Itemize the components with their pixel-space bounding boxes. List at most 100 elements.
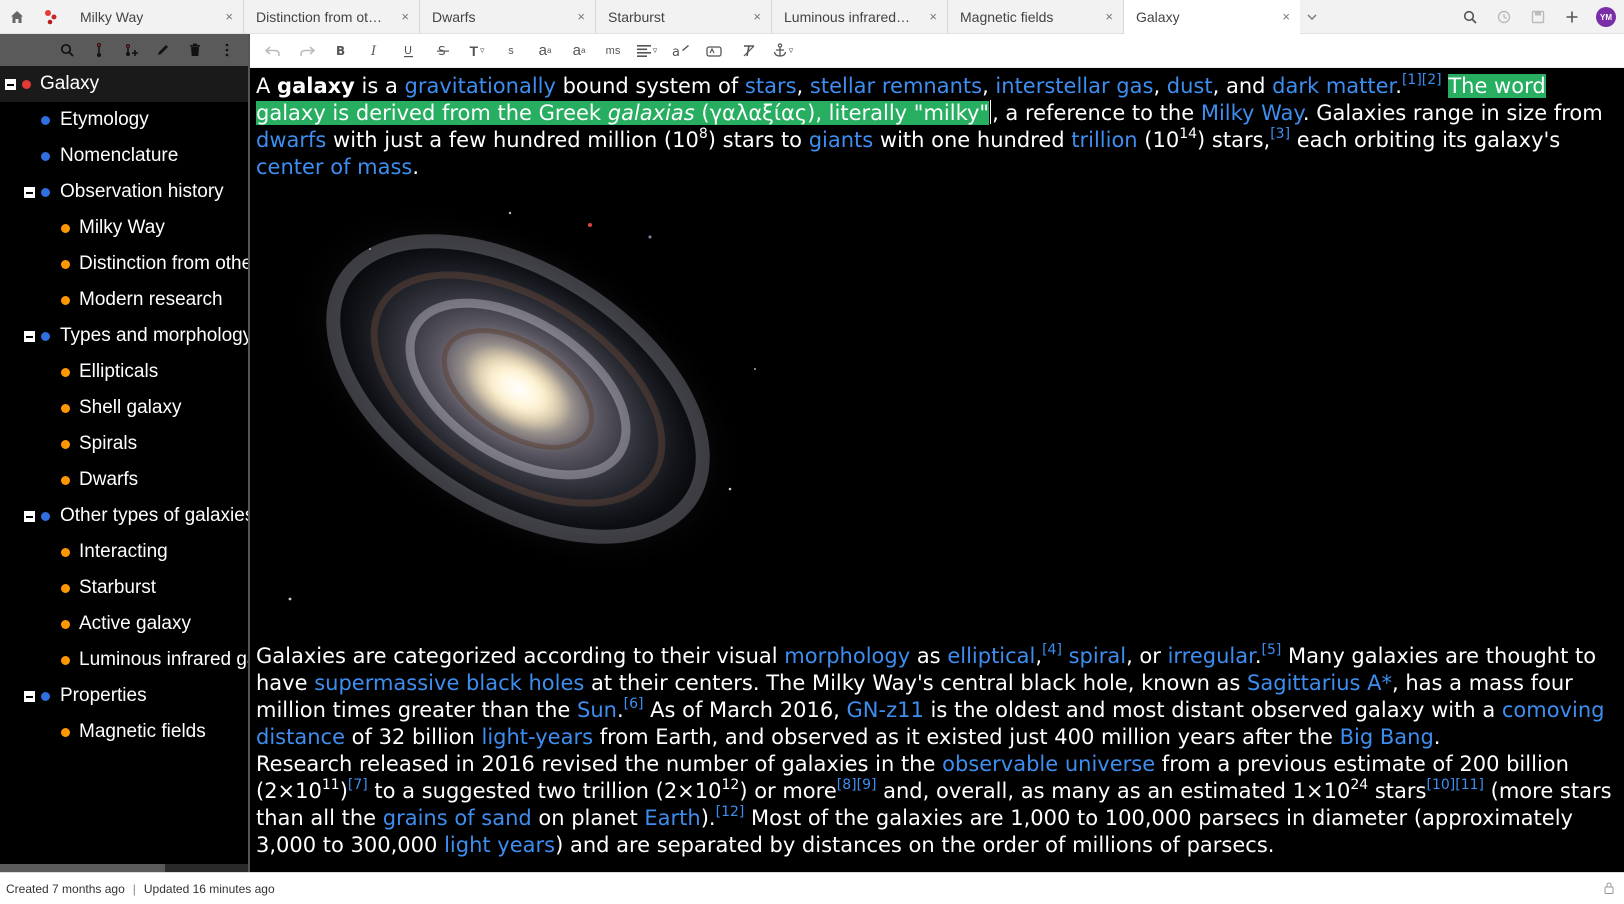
link-observable-universe[interactable]: observable universe [942,752,1155,776]
app-logo-icon[interactable] [34,0,68,34]
collapse-icon[interactable] [24,691,35,702]
tree-node-etymology[interactable]: Etymology [0,102,248,138]
bold-icon[interactable]: B [326,37,356,65]
avatar[interactable]: YM [1596,7,1616,27]
tree-node-luminous-infrared-galaxy[interactable]: Luminous infrared galaxy [0,642,248,678]
strikethrough-icon[interactable]: S [428,37,458,65]
link-light-years[interactable]: light years [444,833,555,857]
clear-formatting-icon[interactable] [734,37,764,65]
citation-link[interactable]: [7] [348,777,368,793]
search-icon[interactable] [54,37,80,63]
close-icon[interactable]: × [1105,9,1113,24]
link-spiral[interactable]: spiral [1069,644,1126,668]
scrollbar-thumb[interactable] [0,864,165,872]
chevron-down-icon[interactable] [1300,0,1324,34]
tab-galaxy[interactable]: Galaxy × [1124,0,1300,34]
link-milky-way[interactable]: Milky Way [1201,101,1303,125]
tab-magnetic-fields[interactable]: Magnetic fields × [948,0,1124,34]
link-big-bang[interactable]: Big Bang [1340,725,1434,749]
more-options-icon[interactable] [214,37,240,63]
link-dust[interactable]: dust [1167,74,1213,98]
add-note-icon[interactable] [118,37,144,63]
code-button[interactable]: s [496,37,526,65]
tree-node-properties[interactable]: Properties [0,678,248,714]
note-content[interactable]: A galaxy is a gravitationally bound syst… [250,68,1624,872]
link-center-of-mass[interactable]: center of mass [256,155,412,179]
underline-icon[interactable]: U [394,37,424,65]
sidebar-scrollbar[interactable] [0,864,248,872]
citation-link[interactable]: [4] [1042,642,1062,658]
plus-icon[interactable] [1562,7,1582,27]
citation-link[interactable]: [6] [624,696,644,712]
link-stellar-remnants[interactable]: stellar remnants [810,74,982,98]
tree-node-interacting[interactable]: Interacting [0,534,248,570]
italic-icon[interactable]: I [360,37,390,65]
save-icon[interactable] [1528,7,1548,27]
citation-link[interactable]: [9] [857,777,877,793]
link-sun[interactable]: Sun [577,698,617,722]
link-gravitationally[interactable]: gravitationally [405,74,556,98]
citation-link[interactable]: [1] [1402,72,1422,88]
tree-node-distinction-from-other-nebulae[interactable]: Distinction from other nebulae [0,246,248,282]
trash-icon[interactable] [182,37,208,63]
superscript-button[interactable]: aa [530,37,560,65]
close-icon[interactable]: × [1282,9,1290,24]
link-morphology[interactable]: morphology [784,644,910,668]
monospace-button[interactable]: ms [598,37,628,65]
tree-node-ellipticals[interactable]: Ellipticals [0,354,248,390]
tree-node-nomenclature[interactable]: Nomenclature [0,138,248,174]
tree-node-starburst[interactable]: Starburst [0,570,248,606]
tree-node-spirals[interactable]: Spirals [0,426,248,462]
anchor-dropdown[interactable]: ▿ [768,37,798,65]
tab-starburst[interactable]: Starburst × [596,0,772,34]
history-icon[interactable] [1494,7,1514,27]
citation-link[interactable]: [11] [1455,777,1484,793]
galaxy-image[interactable] [260,189,780,637]
collapse-icon[interactable] [24,187,35,198]
citation-link[interactable]: [12] [716,804,745,820]
collapse-icon[interactable] [24,331,35,342]
tree-node-galaxy[interactable]: Galaxy [0,66,248,102]
redo-icon[interactable] [292,37,322,65]
link-gn-z11[interactable]: GN-z11 [847,698,924,722]
subscript-button[interactable]: aa [564,37,594,65]
close-icon[interactable]: × [577,9,585,24]
link-light-years[interactable]: light-years [481,725,593,749]
home-icon[interactable] [0,0,34,34]
link-giants[interactable]: giants [809,128,874,152]
link-dwarfs[interactable]: dwarfs [256,128,326,152]
link-supermassive-black-holes[interactable]: supermassive black holes [314,671,584,695]
highlight-icon[interactable]: a [666,37,696,65]
collapse-icon[interactable] [5,79,16,90]
close-icon[interactable]: × [225,9,233,24]
tab-milky-way[interactable]: Milky Way × [68,0,244,34]
collapse-icon[interactable] [24,511,35,522]
tree-node-dwarfs[interactable]: Dwarfs [0,462,248,498]
citation-link[interactable]: [2] [1422,72,1442,88]
tree-node-milky-way[interactable]: Milky Way [0,210,248,246]
citation-link[interactable]: [3] [1270,126,1290,142]
tree-node-magnetic-fields[interactable]: Magnetic fields [0,714,248,750]
link-stars[interactable]: stars [745,74,797,98]
link-trillion[interactable]: trillion [1071,128,1137,152]
close-icon[interactable]: × [401,9,409,24]
link-interstellar-gas[interactable]: interstellar gas [995,74,1153,98]
link-sagittarius-a[interactable]: Sagittarius A* [1247,671,1392,695]
tab-luminous-infrared[interactable]: Luminous infrared… × [772,0,948,34]
undo-icon[interactable] [258,37,288,65]
close-icon[interactable]: × [753,9,761,24]
font-color-icon[interactable] [700,37,730,65]
lock-icon[interactable] [1604,882,1614,897]
tree-node-shell-galaxy[interactable]: Shell galaxy [0,390,248,426]
link-grains-of-sand[interactable]: grains of sand [383,806,532,830]
tree-node-modern-research[interactable]: Modern research [0,282,248,318]
alignment-dropdown[interactable]: ▿ [632,37,662,65]
text-size-dropdown[interactable]: T ▿ [462,37,492,65]
tree-node-types-and-morphology[interactable]: Types and morphology [0,318,248,354]
citation-link[interactable]: [10] [1426,777,1455,793]
tab-dwarfs[interactable]: Dwarfs × [420,0,596,34]
link-elliptical[interactable]: elliptical [947,644,1035,668]
citation-link[interactable]: [5] [1262,642,1282,658]
tree-node-active-galaxy[interactable]: Active galaxy [0,606,248,642]
citation-link[interactable]: [8] [837,777,857,793]
